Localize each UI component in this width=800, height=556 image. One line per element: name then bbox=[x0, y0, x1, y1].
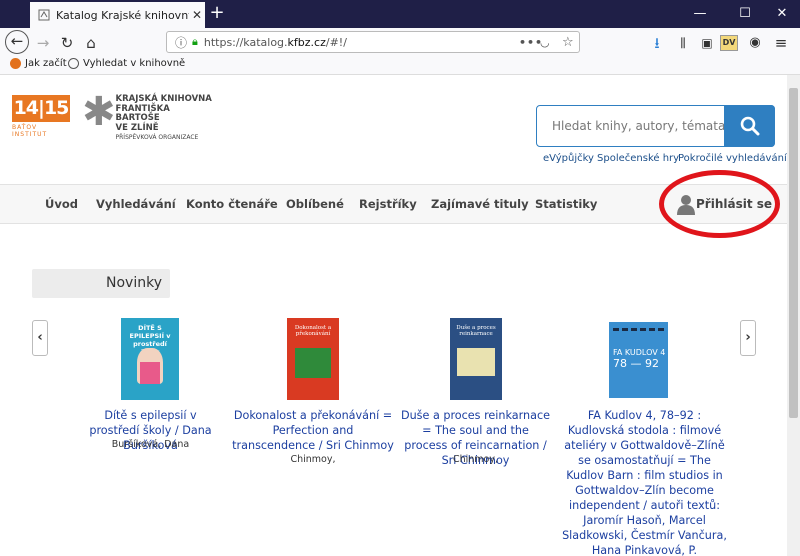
lock-icon: 🔒︎ bbox=[192, 35, 198, 48]
link-evypujcky[interactable]: eVýpůjčky bbox=[543, 153, 594, 164]
globe-icon bbox=[68, 58, 79, 69]
maximize-button[interactable]: ☐ bbox=[725, 0, 765, 28]
menu-item-oblibene[interactable]: Oblíbené bbox=[286, 197, 344, 211]
downloads-icon[interactable]: ⭳ bbox=[646, 32, 668, 54]
book-cover[interactable]: DÍTĚ S EPILEPSIÍ v prostředí školy bbox=[121, 318, 179, 400]
asterisk-logo-icon: ✱ bbox=[82, 89, 116, 135]
book-cover[interactable]: Duše a proces reinkarnace bbox=[450, 318, 502, 400]
link-pokrocile-vyhledavani[interactable]: Pokročilé vyhledávání bbox=[678, 153, 787, 164]
url-bar[interactable]: ⓘ 🔒︎ https://katalog.kfbz.cz/#!/ ••• ◡ ☆ bbox=[166, 31, 580, 53]
home-button[interactable]: ⌂ bbox=[80, 32, 102, 54]
new-tab-button[interactable]: + bbox=[207, 4, 227, 24]
logo-kfb[interactable]: ✱ KRAJSKÁ KNIHOVNA FRANTIŠKA BARTOŠE VE … bbox=[82, 89, 212, 141]
book-cover[interactable]: FA KUDLOV 4 78 — 92 bbox=[609, 322, 668, 398]
firefox-icon bbox=[10, 58, 21, 69]
logo-kfb-text: KRAJSKÁ KNIHOVNA FRANTIŠKA BARTOŠE VE ZL… bbox=[115, 94, 212, 141]
bookmark-label: Vyhledat v knihovně bbox=[83, 58, 186, 69]
search-input[interactable] bbox=[537, 106, 724, 146]
browser-tab-bar: Katalog Krajské knihovny Františka Barto… bbox=[0, 0, 800, 28]
search-icon bbox=[740, 116, 759, 136]
menu-item-zajimave[interactable]: Zajímavé tituly bbox=[431, 197, 529, 211]
tab-title: Katalog Krajské knihovny Františka Barto… bbox=[56, 8, 189, 22]
cover-image bbox=[295, 348, 331, 378]
cover-text: Dokonalost a překonávání bbox=[294, 325, 332, 337]
page-favicon-icon bbox=[38, 9, 50, 21]
close-window-button[interactable]: ✕ bbox=[762, 0, 800, 28]
logo-1415[interactable]: 14|15 BAŤOV INSTITUT bbox=[12, 95, 70, 138]
page-content: 14|15 BAŤOV INSTITUT ✱ KRAJSKÁ KNIHOVNA … bbox=[0, 75, 787, 556]
back-button[interactable]: ← bbox=[5, 30, 29, 54]
bookmark-star-icon[interactable]: ☆ bbox=[562, 35, 574, 50]
menu-item-uvod[interactable]: Úvod bbox=[45, 197, 78, 211]
logo-line: FRANTIŠKA BARTOŠE bbox=[115, 103, 170, 123]
cover-text: 78 — 92 bbox=[613, 357, 659, 370]
logo-1415-sub: BAŤOV INSTITUT bbox=[12, 124, 48, 138]
book-title-link[interactable]: FA Kudlov 4, 78–92 : Kudlovská stodola :… bbox=[561, 408, 728, 556]
menu-icon[interactable]: ≡ bbox=[770, 32, 792, 54]
book-title-link[interactable]: Dokonalost a překonávání = Perfection an… bbox=[232, 408, 394, 453]
cover-text: Duše a proces reinkarnace bbox=[456, 325, 496, 337]
bookmark-label: Jak začít bbox=[25, 58, 67, 69]
search-button[interactable] bbox=[724, 105, 775, 147]
bookmarks-bar: Jak začít Vyhledat v knihovně bbox=[0, 56, 800, 75]
link-spolecenske-hry[interactable]: Společenské hry bbox=[597, 153, 679, 164]
menu-item-vyhledavani[interactable]: Vyhledávání bbox=[96, 197, 176, 211]
menu-item-statistiky[interactable]: Statistiky bbox=[535, 197, 597, 211]
section-title: Novinky bbox=[32, 269, 170, 298]
cover-text: FA KUDLOV 4 bbox=[613, 348, 666, 357]
logo-1415-text: 14|15 bbox=[12, 95, 70, 122]
bookmark-vyhledat[interactable]: Vyhledat v knihovně bbox=[68, 58, 185, 69]
book-author: Buršíková, Dana bbox=[111, 439, 190, 450]
carousel-next-button[interactable]: › bbox=[740, 320, 756, 356]
book-author: Chinmoy, bbox=[452, 454, 499, 465]
carousel-prev-button[interactable]: ‹ bbox=[32, 320, 48, 356]
scrollbar-thumb[interactable] bbox=[789, 88, 798, 418]
book-author: Chinmoy, bbox=[290, 454, 336, 465]
library-icon[interactable]: ⫼ bbox=[672, 32, 694, 54]
menu-item-rejstriky[interactable]: Rejstříky bbox=[359, 197, 417, 211]
browser-tab[interactable]: Katalog Krajské knihovny Františka Barto… bbox=[30, 2, 205, 28]
extension-dv-icon[interactable]: DV bbox=[720, 35, 738, 51]
minimize-button[interactable]: — bbox=[680, 0, 720, 28]
cover-shirt bbox=[140, 362, 160, 384]
account-icon[interactable]: ◉ bbox=[744, 32, 766, 54]
pocket-icon[interactable]: ◡ bbox=[540, 36, 550, 49]
cover-stripe bbox=[613, 328, 664, 331]
book-cover[interactable]: Dokonalost a překonávání bbox=[287, 318, 339, 400]
highlight-circle bbox=[659, 170, 780, 238]
logo-line-small: PŘÍSPĚVKOVÁ ORGANIZACE bbox=[115, 134, 199, 141]
bookmark-jak-zacit[interactable]: Jak začít bbox=[10, 58, 67, 69]
search-box bbox=[536, 105, 775, 147]
info-icon[interactable]: ⓘ bbox=[175, 34, 187, 51]
menu-item-konto[interactable]: Konto čtenáře bbox=[186, 197, 278, 211]
logo-line: VE ZLÍNĚ bbox=[115, 122, 159, 133]
cover-image bbox=[457, 348, 495, 376]
reload-button[interactable]: ↻ bbox=[56, 32, 78, 54]
sidebar-icon[interactable]: ▣ bbox=[696, 32, 718, 54]
forward-button[interactable]: → bbox=[32, 32, 54, 54]
close-tab-icon[interactable]: ✕ bbox=[189, 8, 205, 22]
url-text: https://katalog.kfbz.cz/#!/ bbox=[203, 35, 347, 49]
